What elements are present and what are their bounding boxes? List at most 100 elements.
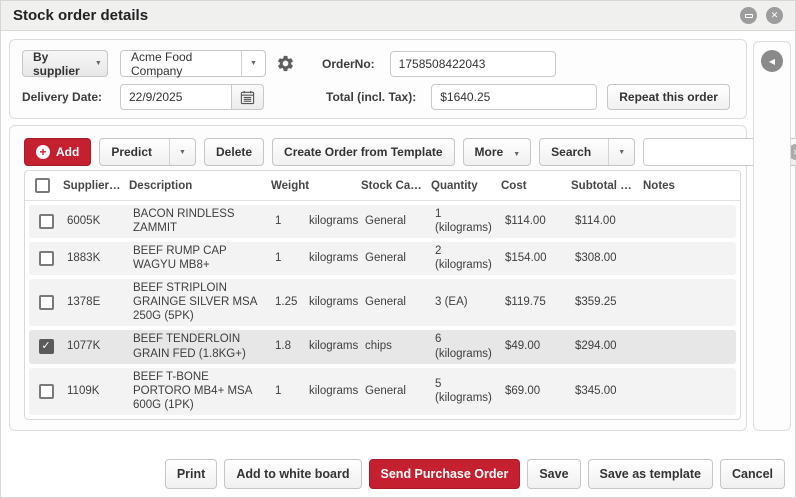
order-header-panel: By supplier ▼ Acme Food Company ▼ OrderN… <box>9 39 747 119</box>
add-button[interactable]: + Add <box>24 138 91 166</box>
table-header: Supplier Code Description Weight Stock C… <box>25 171 740 201</box>
weight-unit: kilograms <box>305 249 361 267</box>
send-purchase-order-button[interactable]: Send Purchase Order <box>369 459 521 489</box>
quantity: 5 (kilograms) <box>431 375 501 408</box>
repeat-order-button[interactable]: Repeat this order <box>607 84 730 110</box>
quantity: 6 (kilograms) <box>431 330 501 363</box>
notes <box>643 256 736 260</box>
search-button[interactable]: Search ▼ <box>539 138 635 166</box>
total-label: Total (incl. Tax): <box>326 90 416 104</box>
col-description[interactable]: Description <box>125 180 267 192</box>
search-label: Search <box>540 145 602 159</box>
footer-actions: Print Add to white board Send Purchase O… <box>1 459 785 489</box>
weight-value: 1 <box>271 382 305 400</box>
supplier-code: 1077K <box>63 337 129 355</box>
table-row[interactable]: 1378E BEEF STRIPLOIN GRAINGE SILVER MSA … <box>29 279 736 326</box>
col-notes[interactable]: Notes <box>639 180 740 192</box>
save-button[interactable]: Save <box>527 459 580 489</box>
notes <box>643 300 736 304</box>
stock-category: General <box>361 249 431 267</box>
col-quantity[interactable]: Quantity <box>427 180 497 192</box>
col-subtotal[interactable]: Subtotal (incl... <box>567 180 639 192</box>
order-mode-select[interactable]: By supplier ▼ <box>22 50 108 77</box>
description: BEEF STRIPLOIN WAGYU MB6+ 600G - LAUNDY … <box>129 419 271 420</box>
predict-button[interactable]: Predict ▼ <box>99 138 196 166</box>
notes <box>643 219 736 223</box>
toolbar: + Add Predict ▼ Delete Create Order from… <box>24 138 796 166</box>
col-supplier-code[interactable]: Supplier Code <box>59 180 125 192</box>
total-input[interactable] <box>431 84 597 110</box>
supplier-value: Acme Food Company <box>121 50 241 78</box>
subtotal: $308.00 <box>571 249 643 267</box>
subtotal: $345.00 <box>571 382 643 400</box>
weight-value: 1.8 <box>271 337 305 355</box>
table-row[interactable]: 1883K BEEF RUMP CAP WAGYU MB8+ 1 kilogra… <box>29 242 736 275</box>
row-checkbox[interactable] <box>39 214 54 229</box>
minimize-button[interactable] <box>740 7 757 24</box>
more-label: More <box>464 145 508 159</box>
notes <box>643 345 736 349</box>
more-button[interactable]: More ▼ <box>463 138 532 166</box>
supplier-code: 1883K <box>63 249 129 267</box>
row-checkbox[interactable] <box>39 384 54 399</box>
stock-category: General <box>361 212 431 230</box>
add-to-whiteboard-button[interactable]: Add to white board <box>224 459 361 489</box>
supplier-code: 1109K <box>63 382 129 400</box>
create-from-template-button[interactable]: Create Order from Template <box>272 138 455 166</box>
col-weight[interactable]: Weight <box>267 180 357 192</box>
description: BEEF RUMP CAP WAGYU MB8+ <box>129 242 271 275</box>
cost: $69.00 <box>501 382 571 400</box>
order-mode-value: By supplier <box>23 50 90 78</box>
description: BEEF T-BONE PORTORO MB4+ MSA 600G (1PK) <box>129 368 271 415</box>
save-as-template-button[interactable]: Save as template <box>588 459 713 489</box>
close-button[interactable]: ✕ <box>766 7 783 24</box>
description: BEEF STRIPLOIN GRAINGE SILVER MSA 250G (… <box>129 279 271 326</box>
gear-icon[interactable] <box>276 54 295 73</box>
plus-icon: + <box>36 145 50 159</box>
quantity: 2 (kilograms) <box>431 242 501 275</box>
row-checkbox[interactable] <box>39 339 54 354</box>
select-all-checkbox[interactable] <box>35 178 50 193</box>
notes <box>643 389 736 393</box>
supplier-code: 1378E <box>63 293 129 311</box>
cancel-button[interactable]: Cancel <box>720 459 785 489</box>
delete-button[interactable]: Delete <box>204 138 264 166</box>
delivery-date-label: Delivery Date: <box>22 90 120 104</box>
col-stock-category[interactable]: Stock Category <box>357 180 427 192</box>
print-button[interactable]: Print <box>165 459 217 489</box>
cost: $154.00 <box>501 249 571 267</box>
table-row[interactable]: 1077K BEEF TENDERLOIN GRAIN FED (1.8KG+)… <box>29 330 736 364</box>
table-row[interactable]: 6005K BACON RINDLESS ZAMMIT 1 kilograms … <box>29 205 736 238</box>
stock-category: General <box>361 382 431 400</box>
order-no-label: OrderNo: <box>322 57 375 71</box>
order-no-input[interactable] <box>390 51 556 77</box>
supplier-select[interactable]: Acme Food Company ▼ <box>120 50 266 77</box>
table-row[interactable]: 1693K BEEF STRIPLOIN WAGYU MB6+ 600G - L… <box>29 419 736 420</box>
cost: $119.75 <box>501 293 571 311</box>
order-lines-panel: + Add Predict ▼ Delete Create Order from… <box>9 125 747 431</box>
delivery-date-input[interactable] <box>120 84 232 110</box>
cost: $114.00 <box>501 212 571 230</box>
weight-unit: kilograms <box>305 382 361 400</box>
quantity: 1 (kilograms) <box>431 205 501 238</box>
weight-value: 1 <box>271 249 305 267</box>
table-body: 6005K BACON RINDLESS ZAMMIT 1 kilograms … <box>25 201 740 420</box>
add-label: Add <box>56 145 79 159</box>
col-cost[interactable]: Cost <box>497 180 567 192</box>
stock-order-dialog: { "window": { "title": "Stock order deta… <box>0 0 796 498</box>
titlebar: Stock order details ✕ <box>1 1 795 31</box>
stock-category: chips <box>361 337 431 355</box>
row-checkbox[interactable] <box>39 295 54 310</box>
calendar-icon[interactable] <box>232 84 264 110</box>
predict-label: Predict <box>100 145 163 159</box>
side-panel-collapsed: ◀ <box>753 41 791 431</box>
minimize-icon <box>745 14 753 18</box>
table-row[interactable]: 1109K BEEF T-BONE PORTORO MB4+ MSA 600G … <box>29 368 736 415</box>
subtotal: $114.00 <box>571 212 643 230</box>
description: BACON RINDLESS ZAMMIT <box>129 205 271 238</box>
weight-unit: kilograms <box>305 212 361 230</box>
chevron-down-icon: ▼ <box>179 149 186 156</box>
row-checkbox[interactable] <box>39 251 54 266</box>
subtotal: $359.25 <box>571 293 643 311</box>
collapse-toggle-button[interactable]: ◀ <box>761 50 783 72</box>
